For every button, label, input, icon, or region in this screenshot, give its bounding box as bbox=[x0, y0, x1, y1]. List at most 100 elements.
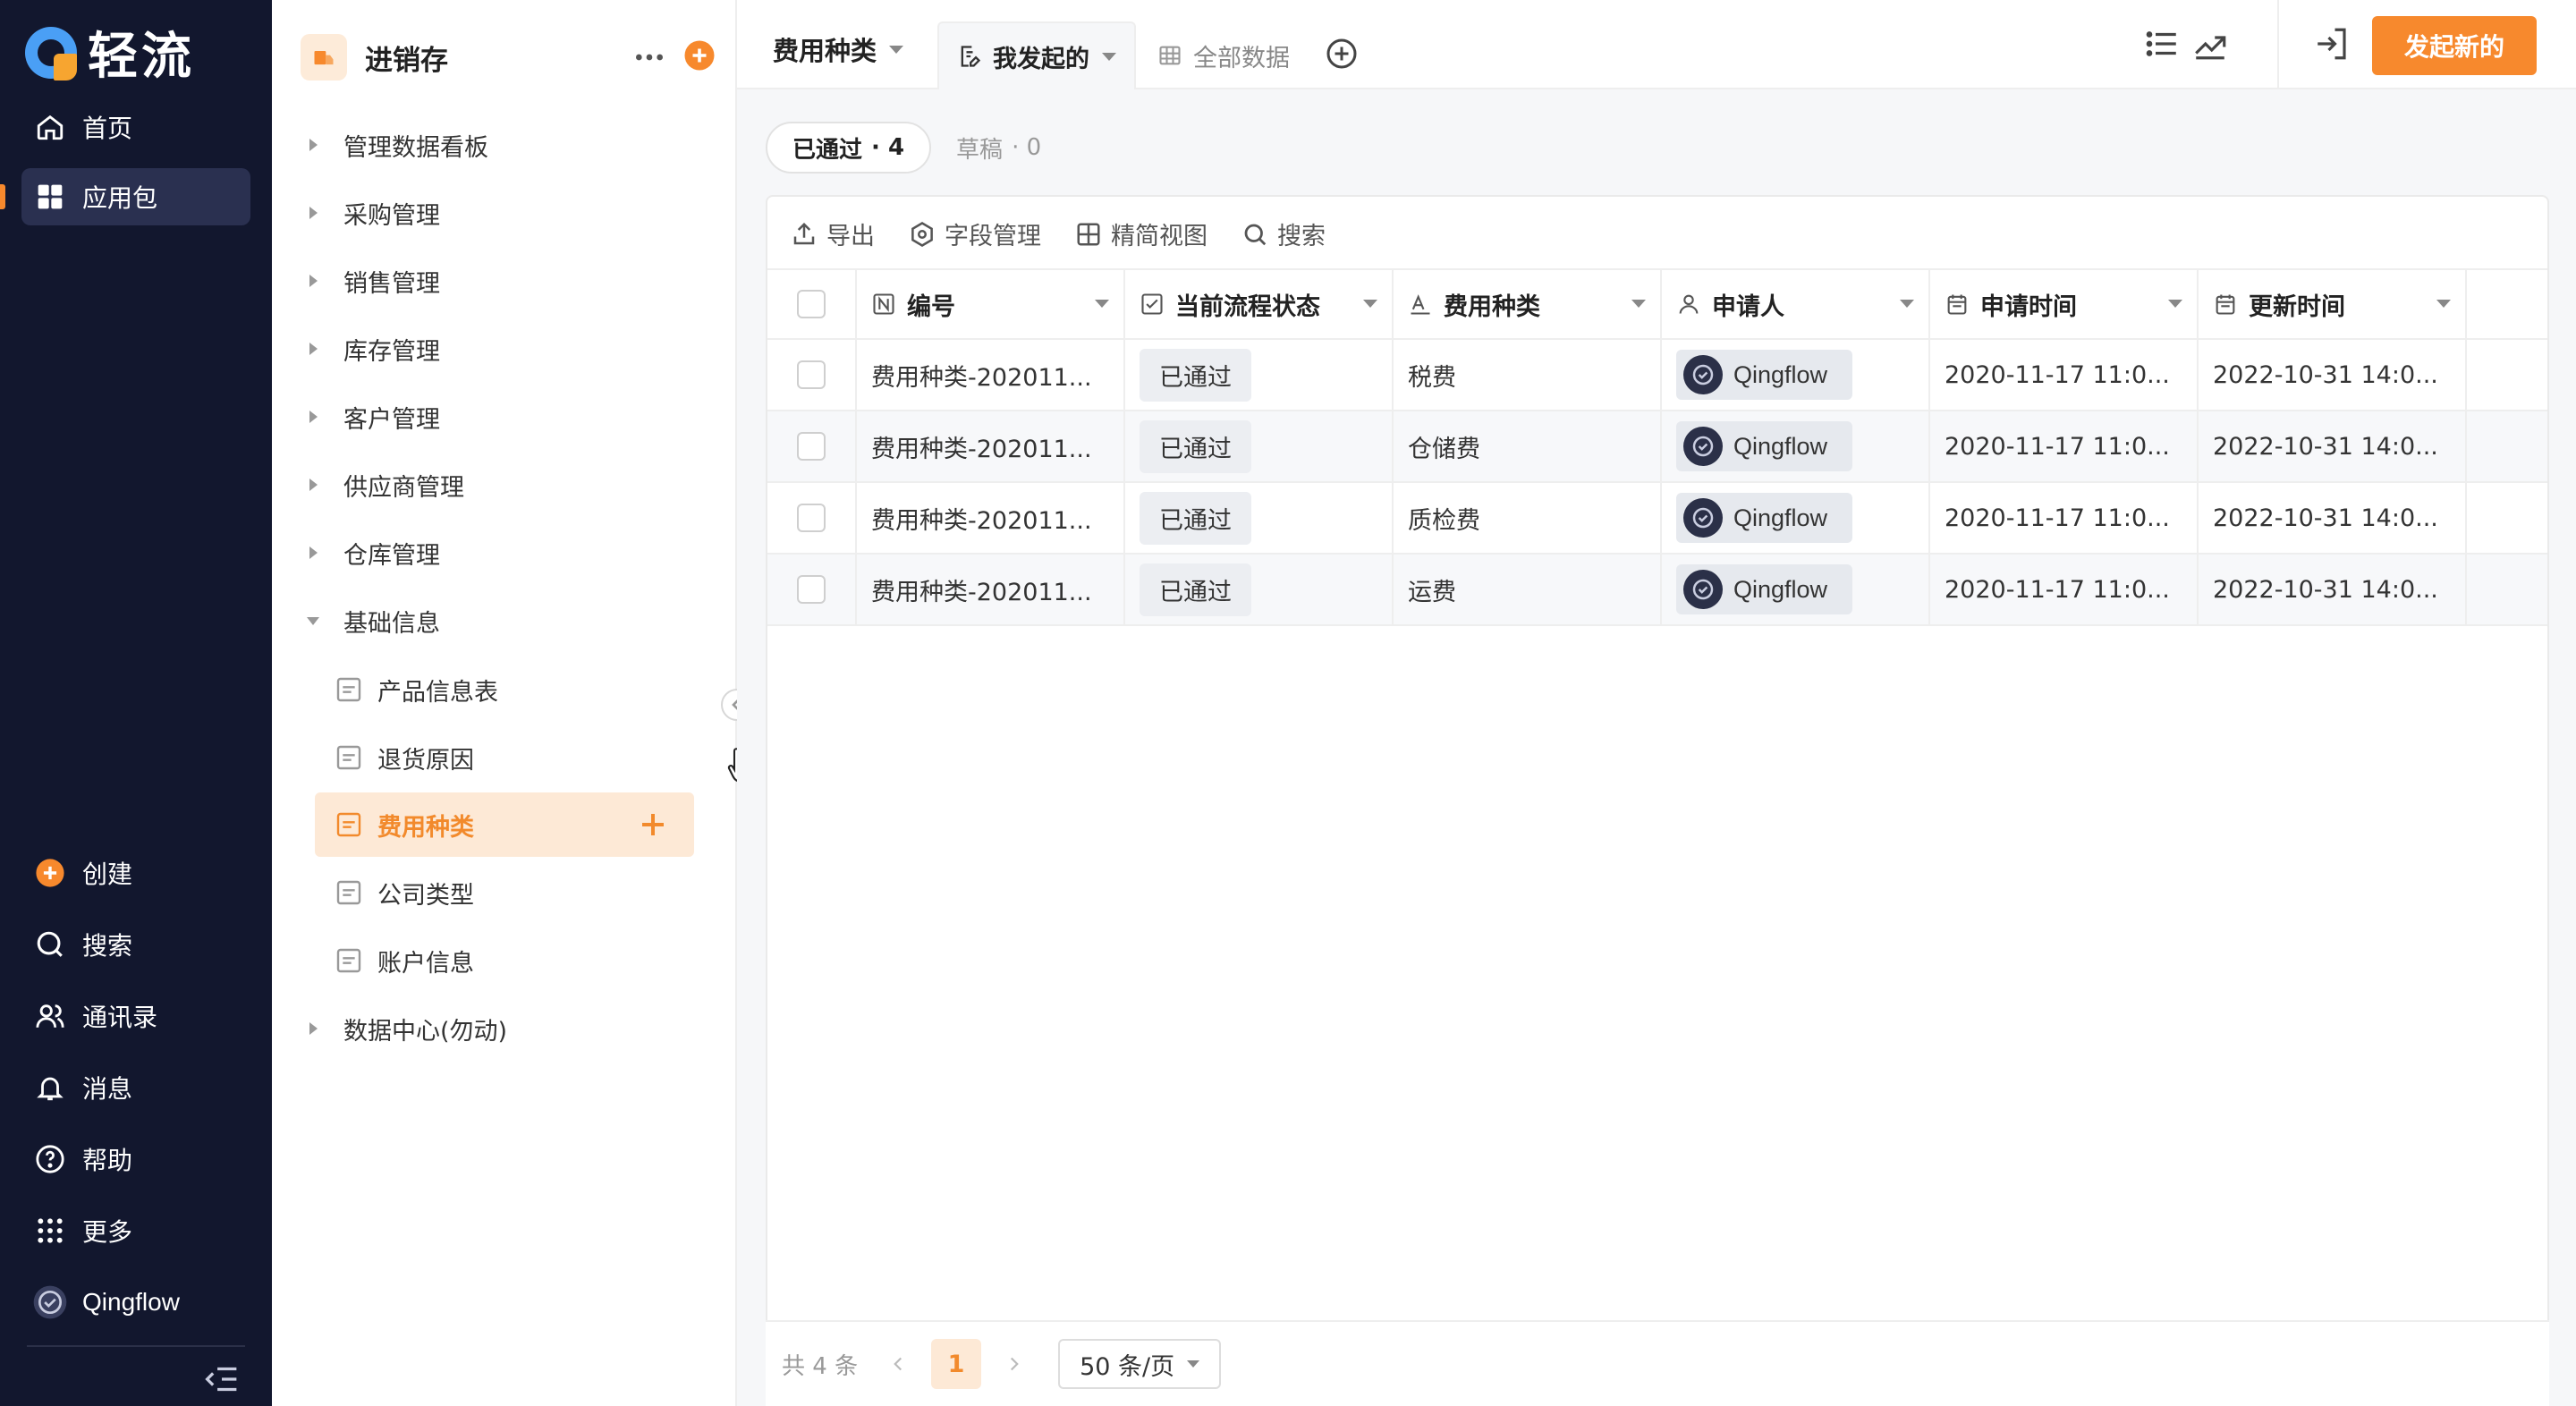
row-checkbox[interactable] bbox=[797, 360, 826, 389]
page-number[interactable]: 1 bbox=[931, 1339, 982, 1389]
filter-approved[interactable]: 已通过 · 4 bbox=[766, 122, 932, 174]
tree-group[interactable]: 数据中心(勿动) bbox=[304, 1002, 507, 1055]
updated-time-cell: 2022-10-31 14:0... bbox=[2199, 339, 2467, 411]
column-header[interactable]: 编号 bbox=[857, 268, 1125, 340]
status-badge: 已通过 bbox=[1140, 419, 1251, 473]
filter-draft[interactable]: 草稿 · 0 bbox=[931, 122, 1066, 174]
caret-down-icon bbox=[307, 617, 319, 625]
sort-icon[interactable] bbox=[1363, 300, 1377, 308]
tree-group-label: 仓库管理 bbox=[343, 541, 440, 570]
start-new-button[interactable]: 发起新的 bbox=[2372, 16, 2537, 75]
tree-group[interactable]: 供应商管理 bbox=[304, 458, 464, 512]
row-checkbox[interactable] bbox=[797, 432, 826, 461]
form-icon bbox=[336, 948, 361, 973]
column-label: 当前流程状态 bbox=[1175, 292, 1320, 321]
row-filler bbox=[2467, 554, 2547, 625]
nav-item-search[interactable]: 搜索 bbox=[21, 916, 250, 973]
tree-group[interactable]: 销售管理 bbox=[304, 254, 440, 308]
select-all-checkbox[interactable] bbox=[797, 290, 826, 318]
field-manage-button[interactable]: 字段管理 bbox=[909, 216, 1041, 251]
tab-my-submissions[interactable]: 我发起的 bbox=[937, 21, 1136, 89]
caret-right-icon bbox=[309, 411, 318, 423]
nav-item-label: 创建 bbox=[82, 860, 133, 889]
nav-item-help[interactable]: 帮助 bbox=[21, 1131, 250, 1188]
tree-group-label: 供应商管理 bbox=[343, 473, 464, 502]
plus-icon[interactable] bbox=[639, 810, 667, 839]
select-cell bbox=[767, 482, 857, 554]
nav-item-label: 首页 bbox=[82, 114, 133, 143]
column-header[interactable]: 费用种类 bbox=[1394, 268, 1662, 340]
applied-time-cell: 2020-11-17 11:0... bbox=[1930, 482, 2199, 554]
nav-item-more[interactable]: 更多 bbox=[21, 1202, 250, 1259]
trend-chart-icon[interactable] bbox=[2191, 25, 2229, 63]
nav-item-create[interactable]: 创建 bbox=[21, 844, 250, 902]
brand-logo[interactable]: 轻流 bbox=[25, 16, 195, 89]
table-row[interactable]: 费用种类-202011... 已通过 质检费 Qingflow 2020-11-… bbox=[767, 482, 2547, 555]
list-view-icon[interactable] bbox=[2143, 25, 2181, 63]
more-icon[interactable] bbox=[631, 39, 667, 75]
prev-page-icon[interactable] bbox=[886, 1352, 910, 1376]
sort-icon[interactable] bbox=[2168, 300, 2182, 308]
add-icon[interactable] bbox=[683, 39, 716, 72]
applied-time-cell: 2020-11-17 11:0... bbox=[1930, 554, 2199, 625]
nav-item-label: 帮助 bbox=[82, 1146, 133, 1175]
row-checkbox[interactable] bbox=[797, 504, 826, 532]
nav-item-home[interactable]: 首页 bbox=[21, 98, 250, 156]
sign-in-icon[interactable] bbox=[2313, 25, 2351, 63]
app-sidebar: 进销存 管理数据看板 采购管理 销售管理 库存管理 客户管理 供应商管理 仓库管… bbox=[272, 0, 737, 1406]
filter-count: · 0 bbox=[1012, 134, 1042, 161]
nav-user[interactable]: Qingflow bbox=[21, 1274, 250, 1331]
avatar bbox=[32, 1284, 68, 1320]
column-header[interactable]: 申请时间 bbox=[1930, 268, 2199, 340]
column-header[interactable]: 更新时间 bbox=[2199, 268, 2467, 340]
user-chip[interactable]: Qingflow bbox=[1676, 350, 1853, 400]
sort-icon[interactable] bbox=[1631, 300, 1646, 308]
tree-group[interactable]: 客户管理 bbox=[304, 390, 440, 444]
tree-item[interactable]: 产品信息表 bbox=[315, 657, 694, 722]
table-row[interactable]: 费用种类-202011... 已通过 税费 Qingflow 2020-11-1… bbox=[767, 339, 2547, 411]
type-cell: 仓储费 bbox=[1394, 411, 1662, 482]
tree-item-active[interactable]: 费用种类 bbox=[315, 792, 694, 857]
user-chip[interactable]: Qingflow bbox=[1676, 493, 1853, 543]
number-field-icon bbox=[873, 293, 894, 315]
tree-group-expanded[interactable]: 基础信息 bbox=[304, 594, 440, 648]
form-icon bbox=[336, 880, 361, 905]
column-header[interactable]: 当前流程状态 bbox=[1125, 268, 1394, 340]
nav-item-contacts[interactable]: 通讯录 bbox=[21, 987, 250, 1045]
export-button[interactable]: 导出 bbox=[791, 216, 875, 251]
sort-icon[interactable] bbox=[2436, 300, 2451, 308]
tree-group[interactable]: 仓库管理 bbox=[304, 526, 440, 580]
tree-item[interactable]: 账户信息 bbox=[315, 928, 694, 993]
column-header[interactable]: 申请人 bbox=[1662, 268, 1930, 340]
sort-icon[interactable] bbox=[1095, 300, 1109, 308]
tree-item[interactable]: 退货原因 bbox=[315, 725, 694, 790]
tree-group-label: 库存管理 bbox=[343, 337, 440, 366]
status-cell: 已通过 bbox=[1125, 339, 1394, 411]
add-view-icon[interactable] bbox=[1326, 38, 1358, 70]
collapse-nav-icon[interactable] bbox=[204, 1363, 240, 1395]
sort-icon[interactable] bbox=[1900, 300, 1914, 308]
table-toolbar: 导出 字段管理 精简视图 搜索 bbox=[791, 216, 1360, 251]
user-name: Qingflow bbox=[1733, 575, 1828, 603]
row-checkbox[interactable] bbox=[797, 575, 826, 604]
user-chip[interactable]: Qingflow bbox=[1676, 421, 1853, 471]
user-chip[interactable]: Qingflow bbox=[1676, 564, 1853, 614]
tab-all-data[interactable]: 全部数据 bbox=[1157, 21, 1290, 89]
table-row[interactable]: 费用种类-202011... 已通过 运费 Qingflow 2020-11-1… bbox=[767, 554, 2547, 626]
nav-item-apps[interactable]: 应用包 bbox=[21, 168, 250, 225]
type-cell: 税费 bbox=[1394, 339, 1662, 411]
tree-group[interactable]: 管理数据看板 bbox=[304, 118, 488, 172]
tree-group[interactable]: 采购管理 bbox=[304, 186, 440, 240]
compact-view-button[interactable]: 精简视图 bbox=[1075, 216, 1208, 251]
view-selector[interactable]: 费用种类 bbox=[773, 30, 904, 68]
page-size-select[interactable]: 50 条/页 bbox=[1058, 1339, 1222, 1389]
table-row[interactable]: 费用种类-202011... 已通过 仓储费 Qingflow 2020-11-… bbox=[767, 411, 2547, 483]
tree-group[interactable]: 库存管理 bbox=[304, 322, 440, 376]
nav-item-messages[interactable]: 消息 bbox=[21, 1059, 250, 1116]
next-page-icon[interactable] bbox=[1003, 1352, 1026, 1376]
column-label: 申请人 bbox=[1712, 292, 1784, 321]
edit-doc-icon bbox=[961, 46, 981, 67]
brand-name: 轻流 bbox=[88, 28, 195, 86]
table-search-button[interactable]: 搜索 bbox=[1241, 216, 1326, 251]
tree-item[interactable]: 公司类型 bbox=[315, 860, 694, 925]
